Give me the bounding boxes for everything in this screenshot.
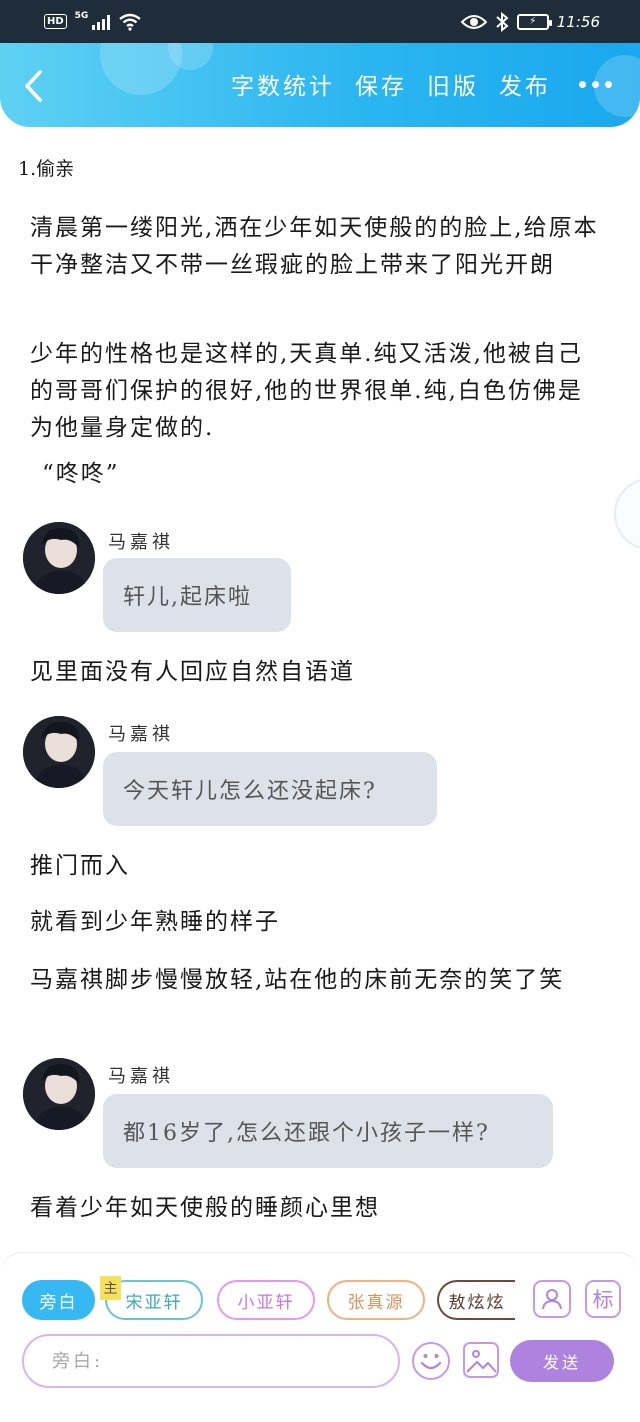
dialogue-bubble[interactable]: 今天轩儿怎么还没起床?: [103, 752, 437, 826]
mark-tool-icon[interactable]: 标: [585, 1280, 621, 1318]
speaker-name: 马嘉祺: [108, 1066, 174, 1087]
role-xiao-yaxuan[interactable]: 小亚轩: [217, 1280, 315, 1320]
main-role-tag: 主: [100, 1276, 121, 1300]
save-button[interactable]: 保存: [355, 67, 407, 101]
story-paragraph: 看着少年如天使般的睡颜心里想: [30, 1195, 380, 1221]
wifi-icon: [119, 13, 142, 31]
old-version-button[interactable]: 旧版: [427, 67, 479, 101]
story-paragraph: 马嘉祺脚步慢慢放轻,站在他的床前无奈的笑了笑: [30, 967, 565, 993]
more-icon[interactable]: [579, 80, 612, 88]
speaker-name: 马嘉祺: [108, 532, 174, 553]
story-paragraph: 见里面没有人回应自然自语道: [30, 659, 355, 685]
signal-icon: [92, 14, 111, 30]
send-button[interactable]: 发送: [510, 1340, 614, 1382]
story-paragraph: “咚咚”: [42, 461, 120, 487]
avatar[interactable]: [23, 522, 95, 594]
clock-time: 11:56: [556, 12, 600, 31]
eye-icon: [460, 14, 487, 29]
back-arrow-icon[interactable]: [20, 69, 50, 103]
floating-side-handle[interactable]: [614, 478, 640, 550]
dialogue-input[interactable]: [22, 1334, 400, 1388]
story-paragraph: 少年的性格也是这样的,天真单.纯又活泼,他被自己的哥哥们保护的很好,他的世界很单…: [30, 341, 583, 441]
avatar[interactable]: [23, 1058, 95, 1130]
editor-header: 字数统计 保存 旧版 发布: [0, 43, 640, 127]
speaker-name: 马嘉祺: [108, 724, 174, 745]
role-ao-xuanxuan[interactable]: 敖炫炫: [437, 1280, 515, 1320]
story-paragraph: 清晨第一缕阳光,洒在少年如天使般的的脸上,给原本干净整洁又不带一丝瑕疵的脸上带来…: [30, 215, 599, 278]
chapter-title: 1.偷亲: [18, 158, 75, 180]
story-paragraph: 推门而入: [30, 853, 130, 879]
word-count-button[interactable]: 字数统计: [231, 67, 335, 101]
publish-button[interactable]: 发布: [499, 67, 551, 101]
status-bar: HD 5G ⚡ 11:56: [0, 0, 640, 43]
bluetooth-icon: [496, 11, 509, 32]
network-type: 5G: [74, 10, 89, 21]
role-zhang-zhenyuan[interactable]: 张真源: [327, 1280, 425, 1320]
image-icon[interactable]: [463, 1342, 499, 1378]
editor-panel: 旁白 宋亚轩 主 小亚轩 张真源 敖炫炫 标 发送: [0, 1252, 640, 1422]
hd-badge: HD: [44, 14, 67, 29]
avatar[interactable]: [23, 716, 95, 788]
dialogue-bubble[interactable]: 都16岁了,怎么还跟个小孩子一样?: [103, 1094, 553, 1168]
add-role-icon[interactable]: [533, 1280, 571, 1318]
role-narrator[interactable]: 旁白: [22, 1280, 95, 1320]
dialogue-bubble[interactable]: 轩儿,起床啦: [103, 558, 291, 632]
story-paragraph: 就看到少年熟睡的样子: [30, 909, 280, 935]
battery-icon: ⚡: [516, 13, 552, 30]
emoji-icon[interactable]: [412, 1342, 450, 1380]
